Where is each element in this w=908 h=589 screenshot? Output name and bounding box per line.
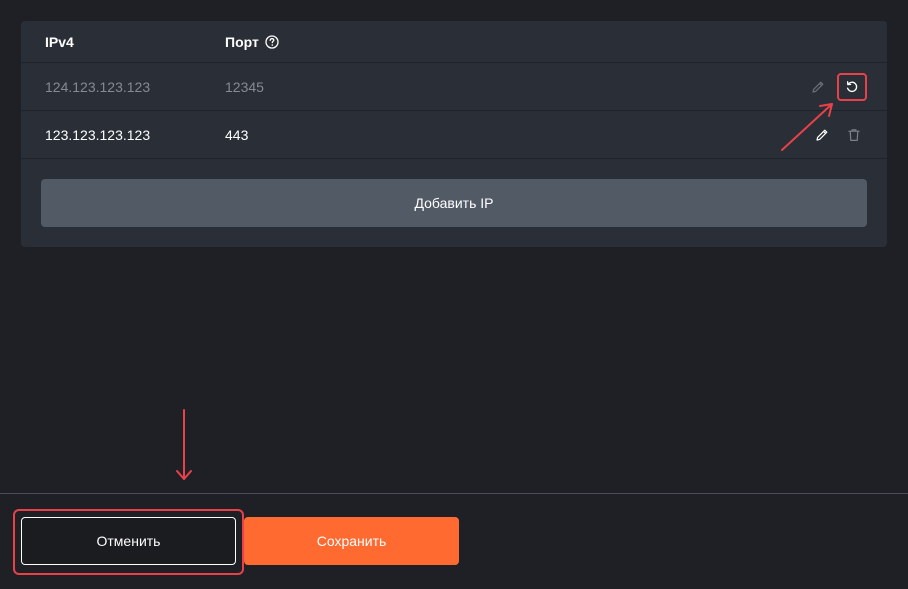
row-actions xyxy=(809,122,867,148)
row-ip-value: 123.123.123.123 xyxy=(45,126,151,143)
edit-icon[interactable] xyxy=(805,74,831,100)
row-ip-value: 124.123.123.123 xyxy=(45,78,151,95)
table-row: 124.123.123.123 12345 xyxy=(21,63,887,111)
ip-table-card: IPv4 Порт 124.123.123.123 12345 123.123.… xyxy=(21,21,887,247)
trash-icon[interactable] xyxy=(841,122,867,148)
footer-divider xyxy=(0,493,908,494)
save-button[interactable]: Сохранить xyxy=(244,517,459,565)
row-actions xyxy=(805,72,867,101)
arrow-to-cancel-button xyxy=(176,409,192,480)
row-port-value: 12345 xyxy=(225,78,264,95)
column-header-ipv4: IPv4 xyxy=(45,33,74,50)
ip-settings-screen: IPv4 Порт 124.123.123.123 12345 123.123.… xyxy=(0,0,908,589)
row-port-value: 443 xyxy=(225,126,249,143)
column-header-port: Порт xyxy=(225,34,279,50)
question-circle-icon[interactable] xyxy=(265,34,279,49)
column-header-port-label: Порт xyxy=(225,33,259,50)
add-ip-button[interactable]: Добавить IP xyxy=(41,179,867,227)
table-header: IPv4 Порт xyxy=(21,21,887,63)
undo-icon[interactable] xyxy=(837,72,867,101)
cancel-button[interactable]: Отменить xyxy=(21,517,236,565)
table-row: 123.123.123.123 443 xyxy=(21,111,887,159)
edit-icon[interactable] xyxy=(809,122,835,148)
